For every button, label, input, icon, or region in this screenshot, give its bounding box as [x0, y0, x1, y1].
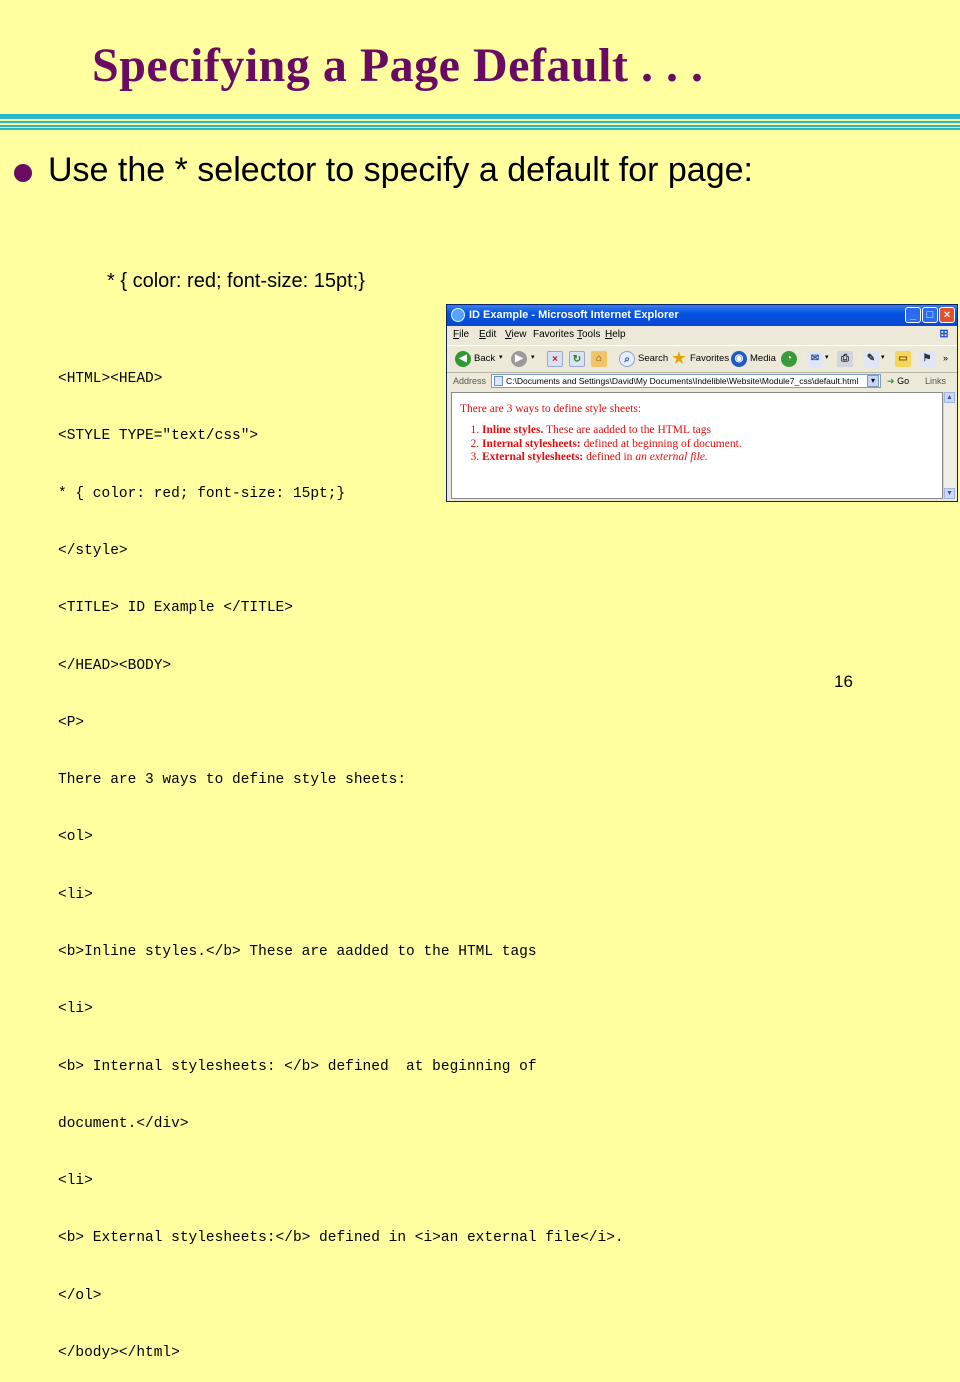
history-icon[interactable]: ◔: [781, 351, 797, 367]
browser-title: ID Example - Microsoft Internet Explorer: [469, 309, 679, 321]
ie-icon: [451, 308, 465, 322]
page-content: There are 3 ways to define style sheets:…: [451, 392, 943, 499]
list-item: Internal stylesheets: defined at beginni…: [482, 438, 742, 452]
back-label[interactable]: Back: [474, 353, 495, 364]
code-line: <P>: [58, 714, 85, 731]
menu-file[interactable]: File: [453, 326, 469, 344]
bullet-text: Use the * selector to specify a default …: [48, 151, 753, 189]
title-rule: [0, 114, 960, 119]
discuss-icon[interactable]: ▭: [895, 351, 911, 367]
mail-icon[interactable]: ✉: [807, 351, 823, 367]
content-list: Inline styles. These are aadded to the H…: [458, 424, 742, 465]
code-line: <b> Internal stylesheets: </b> defined a…: [58, 1058, 537, 1075]
back-arrow-icon[interactable]: ◀: [455, 351, 471, 367]
search-label[interactable]: Search: [638, 353, 668, 364]
address-dropdown-icon[interactable]: ▾: [867, 375, 879, 387]
address-input[interactable]: C:\Documents and Settings\David\My Docum…: [491, 374, 881, 388]
menu-view[interactable]: View: [505, 326, 527, 344]
browser-window: ID Example - Microsoft Internet Explorer…: [446, 304, 958, 502]
code-line: document.</div>: [58, 1115, 189, 1132]
forward-arrow-icon[interactable]: ▶: [511, 351, 527, 367]
minimize-icon[interactable]: _: [905, 307, 921, 323]
code-line: There are 3 ways to define style sheets:: [58, 772, 407, 789]
code-line: <ol>: [58, 829, 93, 846]
code-line: <TITLE> ID Example </TITLE>: [58, 600, 293, 617]
maximize-icon[interactable]: □: [922, 307, 938, 323]
selector-example: * { color: red; font-size: 15pt;}: [107, 270, 365, 292]
windows-logo-icon: ⊞: [939, 328, 949, 340]
print-icon[interactable]: ⎙: [837, 351, 853, 367]
go-button[interactable]: ➜ Go: [887, 373, 909, 390]
menu-help[interactable]: Help: [605, 326, 626, 344]
edit-icon[interactable]: ✎: [863, 351, 879, 367]
list-item: Inline styles. These are aadded to the H…: [482, 424, 742, 438]
stop-icon[interactable]: ×: [547, 351, 563, 367]
favorites-star-icon[interactable]: ★: [671, 351, 687, 367]
search-icon[interactable]: ⌕: [619, 351, 635, 367]
address-bar: Address C:\Documents and Settings\David\…: [447, 373, 957, 390]
media-label[interactable]: Media: [750, 353, 776, 364]
page-icon: [494, 376, 503, 386]
messenger-icon[interactable]: ⚑: [919, 351, 935, 367]
menu-tools[interactable]: Tools: [577, 326, 600, 344]
address-value: C:\Documents and Settings\David\My Docum…: [506, 376, 859, 386]
code-line: <b> External stylesheets:</b> defined in…: [58, 1230, 624, 1247]
vertical-scrollbar[interactable]: ▲ ▼: [943, 392, 955, 499]
browser-titlebar: ID Example - Microsoft Internet Explorer…: [447, 305, 957, 326]
forward-dropdown-icon[interactable]: ▾: [531, 353, 535, 361]
toolbar-overflow-icon[interactable]: »: [943, 353, 948, 363]
refresh-icon[interactable]: ↻: [569, 351, 585, 367]
media-icon[interactable]: ◉: [731, 351, 747, 367]
menu-favorites[interactable]: Favorites: [533, 326, 574, 344]
go-arrow-icon: ➜: [887, 376, 895, 386]
menu-edit[interactable]: Edit: [479, 326, 496, 344]
links-button[interactable]: Links: [925, 373, 946, 390]
edit-dropdown-icon[interactable]: ▾: [881, 353, 885, 361]
code-line: </ol>: [58, 1287, 102, 1304]
home-icon[interactable]: ⌂: [591, 351, 607, 367]
scroll-up-icon[interactable]: ▲: [944, 392, 955, 403]
title-rule: [0, 121, 960, 123]
back-dropdown-icon[interactable]: ▾: [499, 353, 503, 361]
address-label: Address: [453, 376, 487, 386]
scroll-down-icon[interactable]: ▼: [944, 488, 955, 499]
list-item: External stylesheets: defined in an exte…: [482, 451, 742, 465]
code-line: <b>Inline styles.</b> These are aadded t…: [58, 944, 537, 960]
page-number: 16: [834, 672, 853, 691]
title-rule: [0, 125, 960, 127]
slide-title: Specifying a Page Default . . .: [92, 39, 704, 92]
content-paragraph: There are 3 ways to define style sheets:: [460, 403, 642, 415]
menu-bar: File Edit View Favorites Tools Help: [447, 326, 957, 344]
code-line: <li>: [58, 1173, 93, 1190]
go-label: Go: [897, 376, 910, 386]
title-rule: [0, 128, 960, 130]
code-line: </style>: [58, 543, 128, 560]
code-line: <li>: [58, 886, 93, 903]
browser-toolbar: ◀ Back ▾ ▶ ▾ × ↻ ⌂ ⌕ Search ★ Favorites …: [447, 345, 957, 373]
close-icon[interactable]: ×: [939, 307, 955, 323]
code-line: <li>: [58, 1001, 93, 1018]
mail-dropdown-icon[interactable]: ▾: [825, 353, 829, 361]
code-line: </body></html>: [58, 1344, 180, 1361]
favorites-label[interactable]: Favorites: [690, 353, 729, 364]
code-line: </HEAD><BODY>: [58, 657, 172, 674]
bullet-dot: [14, 164, 32, 182]
